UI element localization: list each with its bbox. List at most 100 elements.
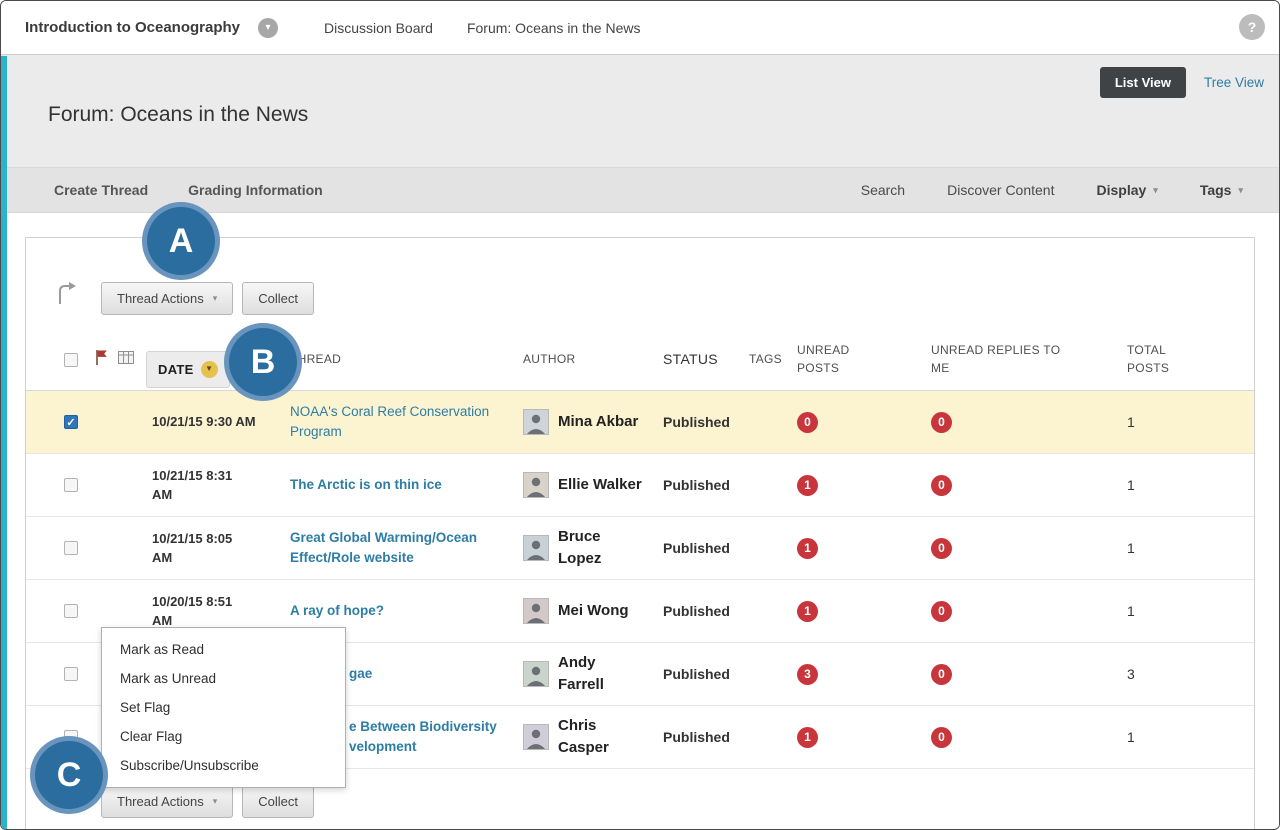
accent-stripe xyxy=(1,56,7,829)
thread-actions-context-menu: Mark as Read Mark as Unread Set Flag Cle… xyxy=(101,627,346,788)
tags-label: Tags xyxy=(1200,182,1232,198)
row-checkbox[interactable] xyxy=(64,604,78,618)
total-posts-header[interactable]: TOTAL POSTS xyxy=(1109,342,1254,377)
view-toggle: List View Tree View xyxy=(1100,67,1264,98)
total-posts-value: 1 xyxy=(1109,414,1254,430)
thread-date: 10/20/15 8:51 AM xyxy=(138,592,270,631)
total-posts-value: 1 xyxy=(1109,729,1254,745)
table-row: ✓ 10/21/15 9:30 AM NOAA's Coral Reef Con… xyxy=(26,391,1254,454)
chevron-down-icon: ▾ xyxy=(1153,185,1158,196)
thread-link[interactable]: NOAA's Coral Reef Conservation Program xyxy=(290,402,505,443)
collect-label: Collect xyxy=(258,291,298,306)
unread-posts-header[interactable]: UNREAD POSTS xyxy=(777,342,913,377)
thread-link[interactable]: Great Global Warming/Ocean Effect/Role w… xyxy=(290,528,505,569)
status-label: Published xyxy=(645,666,731,682)
thread-actions-button-bottom[interactable]: Thread Actions ▾ xyxy=(101,785,233,818)
flag-icon[interactable] xyxy=(95,349,108,371)
avatar xyxy=(523,535,549,561)
unread-posts-badge: 1 xyxy=(797,475,818,496)
unread-posts-badge: 1 xyxy=(797,727,818,748)
discover-content-button[interactable]: Discover Content xyxy=(947,182,1054,198)
search-button[interactable]: Search xyxy=(861,182,905,198)
columns-icon[interactable] xyxy=(118,351,134,369)
row-checkbox[interactable]: ✓ xyxy=(64,415,78,429)
branch-arrow-icon xyxy=(56,282,78,311)
avatar xyxy=(523,724,549,750)
unread-posts-badge: 0 xyxy=(797,412,818,433)
chevron-down-icon: ▾ xyxy=(213,796,218,807)
tree-view-button[interactable]: Tree View xyxy=(1204,75,1264,90)
app-window: Introduction to Oceanography ▾ Discussio… xyxy=(0,0,1280,830)
thread-date: 10/21/15 9:30 AM xyxy=(138,412,270,432)
select-all-checkbox[interactable] xyxy=(64,353,78,367)
thread-actions-button[interactable]: Thread Actions▾ xyxy=(101,282,233,315)
menu-item-mark-as-unread[interactable]: Mark as Unread xyxy=(102,664,345,693)
menu-item-clear-flag[interactable]: Clear Flag xyxy=(102,722,345,751)
sort-direction-icon: ▼ xyxy=(201,361,218,378)
thread-date: 10/21/15 8:31 AM xyxy=(138,466,270,505)
menu-item-subscribe-unsubscribe[interactable]: Subscribe/Unsubscribe xyxy=(102,751,345,780)
list-view-button[interactable]: List View xyxy=(1100,67,1186,98)
thread-header[interactable]: THREAD xyxy=(270,351,505,368)
status-header[interactable]: STATUS xyxy=(645,349,731,369)
unread-replies-badge: 0 xyxy=(931,664,952,685)
date-sort-header[interactable]: DATE ▼ xyxy=(146,351,230,389)
avatar xyxy=(523,409,549,435)
menu-item-set-flag[interactable]: Set Flag xyxy=(102,693,345,722)
total-posts-value: 3 xyxy=(1109,666,1254,682)
page-header: List View Tree View Forum: Oceans in the… xyxy=(1,55,1279,167)
avatar xyxy=(523,661,549,687)
date-header-label: DATE xyxy=(158,360,194,380)
thread-link[interactable]: A ray of hope? xyxy=(290,601,384,621)
chevron-down-icon: ▾ xyxy=(1238,185,1243,196)
course-menu-chevron-icon[interactable]: ▾ xyxy=(258,18,278,38)
page-title: Forum: Oceans in the News xyxy=(48,103,308,127)
table-header: DATE ▼ THREAD AUTHOR STATUS TAGS UNREAD … xyxy=(26,329,1254,391)
top-navigation-bar: Introduction to Oceanography ▾ Discussio… xyxy=(1,1,1279,55)
thread-date: 10/21/15 8:05 AM xyxy=(138,529,270,568)
course-title: Introduction to Oceanography xyxy=(25,19,240,36)
display-dropdown[interactable]: Display ▾ xyxy=(1096,182,1157,198)
unread-replies-badge: 0 xyxy=(931,412,952,433)
thread-link[interactable]: e Between Biodiversity velopment xyxy=(349,717,497,758)
collect-button[interactable]: Collect xyxy=(242,282,314,315)
unread-replies-header[interactable]: UNREAD REPLIES TO ME xyxy=(913,342,1109,377)
status-label: Published xyxy=(645,477,731,493)
unread-replies-badge: 0 xyxy=(931,538,952,559)
thread-actions-label: Thread Actions xyxy=(117,291,204,306)
thread-link[interactable]: The Arctic is on thin ice xyxy=(290,475,442,495)
total-posts-value: 1 xyxy=(1109,477,1254,493)
thread-actions-label: Thread Actions xyxy=(117,794,204,809)
unread-replies-badge: 0 xyxy=(931,601,952,622)
tags-header[interactable]: TAGS xyxy=(731,351,777,368)
unread-posts-badge: 3 xyxy=(797,664,818,685)
avatar xyxy=(523,472,549,498)
action-bar-left: Create Thread Grading Information xyxy=(54,182,323,198)
author-header[interactable]: AUTHOR xyxy=(505,351,645,368)
total-posts-value: 1 xyxy=(1109,603,1254,619)
avatar xyxy=(523,598,549,624)
author-name: Mina Akbar xyxy=(558,411,638,433)
annotation-b: B xyxy=(224,323,302,401)
author-name: Bruce Lopez xyxy=(558,526,645,570)
unread-posts-badge: 1 xyxy=(797,538,818,559)
display-label: Display xyxy=(1096,182,1146,198)
row-checkbox[interactable] xyxy=(64,478,78,492)
thread-link[interactable]: gae xyxy=(349,664,372,684)
tags-dropdown[interactable]: Tags ▾ xyxy=(1200,182,1243,198)
breadcrumb-discussion-board[interactable]: Discussion Board xyxy=(324,20,433,36)
unread-posts-badge: 1 xyxy=(797,601,818,622)
create-thread-button[interactable]: Create Thread xyxy=(54,182,148,198)
author-name: Ellie Walker xyxy=(558,474,642,496)
author-name: Andy Farrell xyxy=(558,652,604,696)
row-checkbox[interactable] xyxy=(64,541,78,555)
status-label: Published xyxy=(645,414,731,430)
collect-button-bottom[interactable]: Collect xyxy=(242,785,314,818)
total-posts-value: 1 xyxy=(1109,540,1254,556)
table-row: 10/21/15 8:05 AM Great Global Warming/Oc… xyxy=(26,517,1254,580)
grading-information-button[interactable]: Grading Information xyxy=(188,182,323,198)
menu-item-mark-as-read[interactable]: Mark as Read xyxy=(102,635,345,664)
author-name: Mei Wong xyxy=(558,600,629,622)
help-icon[interactable]: ? xyxy=(1239,14,1265,40)
row-checkbox[interactable] xyxy=(64,667,78,681)
